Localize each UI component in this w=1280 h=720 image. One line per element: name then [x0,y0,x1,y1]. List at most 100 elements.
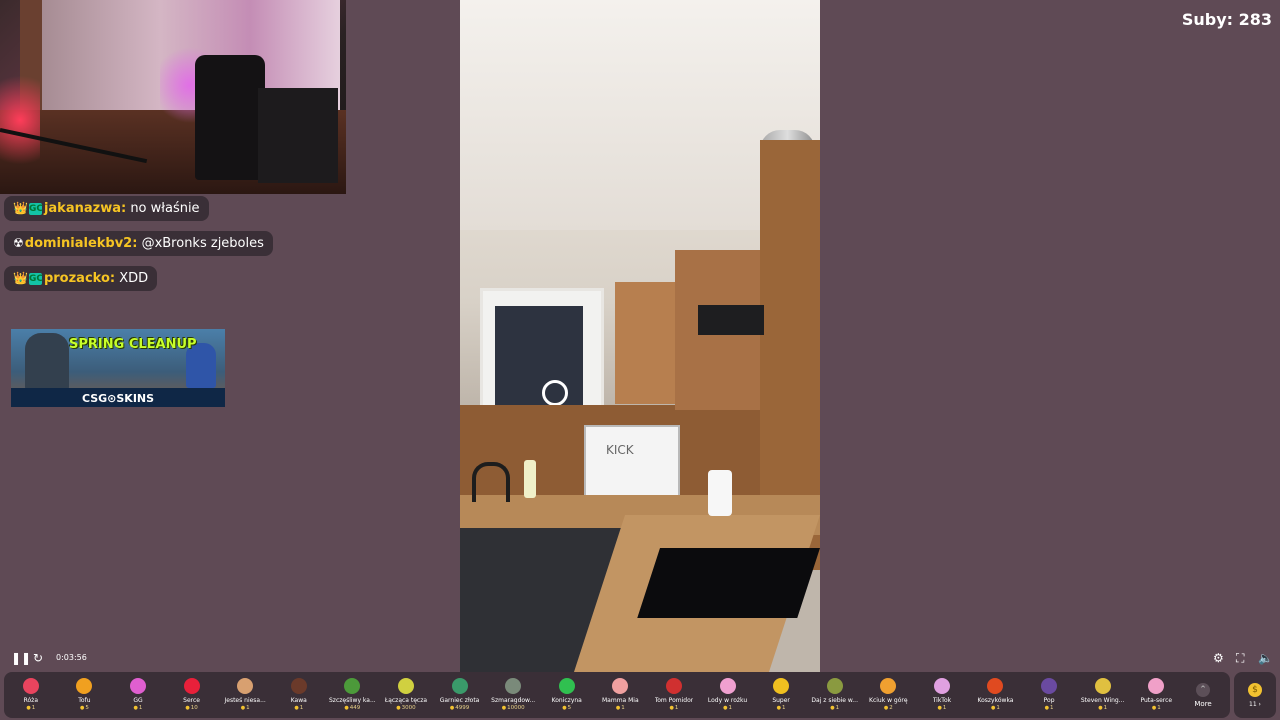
gift-item[interactable]: Jesteś niesa...1 [218,672,272,718]
gift-item[interactable]: Tofu5 [58,672,112,718]
gg-icon [129,678,146,694]
banner-brand: CSG⊙SKINS [81,392,155,405]
gc-badge-icon: GC [28,273,43,285]
gift-name: Lody w rożku [707,697,748,704]
chat-username: prozacko [43,271,110,286]
chat-message: 👑GCprozacko: XDD [4,266,158,291]
gift-item[interactable]: Serce10 [165,672,219,718]
webcam-overlay [0,0,346,194]
hamster-icon [237,678,254,694]
gift-item[interactable]: Koszykówka1 [969,672,1023,718]
gift-price: 5 [562,705,572,711]
gift-price: 1 [1152,705,1161,711]
gift-name: Daj z siebie w... [811,697,858,704]
pot-icon [451,678,468,694]
chat-overlay: 👑GCjakanazwa: no właśnie ☢dominialekbv2:… [4,196,304,300]
gift-bar: Róża1Tofu5GG1Serce10Jesteś niesa...1Kawa… [4,672,1230,718]
ball-icon [826,678,843,694]
coin-value: 11 › [1249,700,1261,708]
gift-price: 5 [80,705,89,711]
tiktok-icon [933,678,950,694]
gift-price: 10000 [502,705,525,711]
icecream-icon [719,678,736,694]
crown-icon: 👑 [13,201,28,215]
pink-heart-icon [1148,678,1165,694]
replay-icon[interactable]: ↻ [33,651,43,665]
volume-icon[interactable]: 🔈 [1258,651,1273,665]
heart-icon [183,678,200,694]
gift-name: Puta-serce [1140,697,1173,704]
gift-name: Tom Pomidor [654,697,694,704]
gift-price: 449 [344,705,361,711]
player-time: 0:03:56 [56,653,87,662]
gift-price: 1 [830,705,840,711]
gift-name: Mamma Mia [602,697,639,704]
gift-item[interactable]: Pop1 [1022,672,1076,718]
tofu-icon [76,678,93,694]
gift-price: 1 [134,705,143,711]
clover-icon [558,678,575,694]
whiteboard: KICK [584,425,680,499]
gift-name: Koszykówka [977,697,1014,704]
gift-item[interactable]: Daj z siebie w...1 [808,672,862,718]
emerald-icon [505,678,522,694]
gift-name: Pop [1043,697,1055,704]
gift-item[interactable]: Puta-serce1 [1129,672,1183,718]
chat-text: no właśnie [126,201,200,216]
chat-message: 👑GCjakanazwa: no właśnie [4,196,209,221]
banner-title: SPRING CLEANUP [69,337,197,352]
sunglasses-icon [773,678,790,694]
gift-price: 1 [1045,705,1054,711]
gift-item[interactable]: Lody w rożku1 [701,672,755,718]
gift-price: 2 [884,705,893,711]
gift-name: Kawa [290,697,307,704]
pause-icon[interactable]: ❚❚ [11,651,31,665]
gift-price: 3000 [396,705,416,711]
gift-item[interactable]: Szczęśliwy ka...449 [326,672,380,718]
gift-name: Tofu [78,697,91,704]
frog-icon [344,678,361,694]
coffee-icon [290,678,307,694]
gift-item[interactable]: GG1 [111,672,165,718]
basketball-icon [987,678,1004,694]
gift-price: 4999 [450,705,469,711]
more-gifts-button[interactable]: ⌃ More [1183,672,1223,718]
gift-price: 1 [1098,705,1108,711]
gift-item[interactable]: Super1 [754,672,808,718]
gift-item[interactable]: Mamma Mia1 [594,672,648,718]
rainbow-icon [397,678,414,694]
gift-price: 1 [991,705,1000,711]
fullscreen-icon[interactable]: ⛶ [1236,651,1244,665]
gift-item[interactable]: Kciuk w górę2 [862,672,916,718]
gc-badge-icon: GC [28,203,43,215]
gift-price: 1 [241,705,250,711]
coin-balance[interactable]: $ 11 › [1234,672,1276,718]
gift-item[interactable]: Kawa1 [272,672,326,718]
chat-message: ☢dominialekbv2: @xBronks zjeboles [4,231,273,256]
gift-price: 1 [26,705,36,711]
gift-item[interactable]: Garniec złota4999 [433,672,487,718]
sponsor-banner[interactable]: SPRING CLEANUP CSG⊙SKINS [11,329,225,407]
coin-icon: $ [1248,682,1262,697]
gift-name: Róża [23,697,38,704]
gift-item[interactable]: Steven Wing...1 [1076,672,1130,718]
settings-icon[interactable]: ⚙ [1213,651,1224,665]
gift-name: Kciuk w górę [869,697,908,704]
banner-character [25,333,69,391]
gift-item[interactable]: Szmaragdow...10000 [486,672,540,718]
gift-item[interactable]: Róża1 [4,672,58,718]
gift-name: Jesteś niesa... [224,697,266,704]
more-label: More [1194,699,1212,708]
gift-item[interactable]: TikTok1 [915,672,969,718]
gift-price: 1 [294,705,304,711]
gift-name: Super [772,697,790,704]
gift-item[interactable]: Łącząca tęcza3000 [379,672,433,718]
stream-video[interactable]: KICK [460,0,820,672]
gift-name: GG [133,697,143,704]
gift-item[interactable]: Koniczyna5 [540,672,594,718]
gift-item[interactable]: Tom Pomidor1 [647,672,701,718]
gift-name: Szmaragdow... [491,697,536,704]
chevron-up-icon: ⌃ [1196,682,1211,697]
gift-price: 1 [616,705,625,711]
gift-price: 10 [185,705,198,711]
